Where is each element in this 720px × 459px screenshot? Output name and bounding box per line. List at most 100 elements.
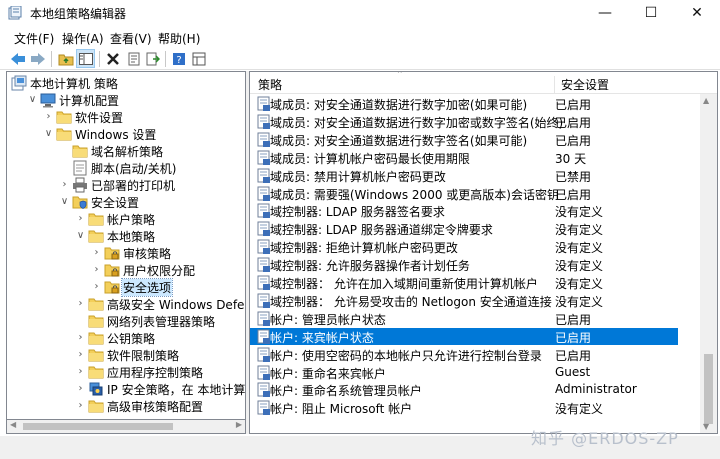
expand-icon[interactable]: › (75, 212, 86, 225)
policy-row[interactable]: 域成员: 对安全通道数据进行数字加密(如果可能) 已启用 (250, 95, 678, 112)
expand-icon[interactable]: › (75, 365, 86, 378)
tree-item-label: 网络列表管理器策略 (107, 315, 216, 329)
tree-item[interactable]: › 软件设置 (7, 108, 245, 125)
close-button[interactable]: ✕ (674, 0, 720, 26)
policy-name: 域控制器： 允许在加入域期间重新使用计算机帐户 (270, 277, 538, 291)
tree-item[interactable]: 网络列表管理器策略 (7, 312, 245, 329)
ipsec-icon (88, 381, 104, 397)
tree-item[interactable]: › IP 安全策略，在 本地计算机 (7, 380, 245, 397)
policy-row[interactable]: 帐户: 重命名系统管理员帐户 Administrator (250, 381, 678, 398)
menu-file[interactable]: 文件(F) (14, 30, 54, 47)
show-hide-tree-icon[interactable] (76, 49, 95, 68)
expand-icon[interactable]: › (75, 382, 86, 395)
tree-item[interactable]: 本地计算机 策略 (7, 74, 245, 91)
column-header-setting[interactable]: 安全设置 (554, 76, 609, 94)
policy-setting: 已禁用 (555, 169, 592, 184)
tree-pane[interactable]: 本地计算机 策略 ∨ 计算机配置 › 软件设置 ∨ Windows 设置 域名解析策略脚本(启… (6, 71, 246, 420)
view-icon[interactable] (189, 49, 208, 68)
collapse-icon[interactable]: ∨ (43, 127, 54, 140)
tree-item[interactable]: ∨ 计算机配置 (7, 91, 245, 108)
tree-item[interactable]: › 已部署的打印机 (7, 176, 245, 193)
tree-item[interactable]: › 公钥策略 (7, 329, 245, 346)
policy-name: 域成员: 对安全通道数据进行数字加密或数字签名(始终) (270, 115, 564, 130)
policy-name: 帐户: 重命名系统管理员帐户 (270, 384, 422, 399)
policy-row[interactable]: 域成员: 对安全通道数据进行数字加密或数字签名(始终) 已启用 (250, 113, 678, 130)
tree-item[interactable]: › 帐户策略 (7, 210, 245, 227)
policy-row[interactable]: 域成员: 计算机帐户密码最长使用期限 30 天 (250, 149, 678, 166)
menu-help[interactable]: 帮助(H) (158, 30, 200, 47)
printer-icon (72, 177, 88, 193)
column-header-policy[interactable]: 策略 (258, 76, 282, 93)
tree-item[interactable]: › 用户权限分配 (7, 261, 245, 278)
tree-item[interactable]: ∨ 安全设置 (7, 193, 245, 210)
help-icon[interactable]: ? (169, 49, 188, 68)
policy-name: 域控制器: 允许服务器操作者计划任务 (270, 259, 470, 274)
collapse-icon[interactable]: ∨ (59, 195, 70, 208)
scrollbar-thumb[interactable] (23, 423, 173, 430)
policy-row[interactable]: 帐户: 来宾帐户状态 已启用 (250, 327, 678, 345)
tree-item-label: 脚本(启动/关机) (91, 162, 177, 176)
folder-icon (88, 364, 104, 380)
menu-bar: 文件(F) 操作(A) 查看(V) 帮助(H) (0, 27, 720, 47)
policy-setting: 已启用 (555, 330, 592, 345)
tree-item[interactable]: › 安全选项 (7, 278, 245, 297)
policy-row[interactable]: 域控制器: 拒绝计算机帐户密码更改 没有定义 (250, 238, 678, 255)
computer-icon (40, 92, 56, 108)
window-title: 本地组策略编辑器 (30, 7, 127, 21)
menu-view[interactable]: 查看(V) (110, 30, 152, 47)
expand-icon[interactable]: › (75, 331, 86, 344)
tree-item[interactable]: › 软件限制策略 (7, 346, 245, 363)
minimize-button[interactable]: — (582, 0, 628, 26)
policy-row[interactable]: 帐户: 重命名来宾帐户 Guest (250, 364, 678, 381)
policy-setting: 没有定义 (555, 259, 604, 274)
expand-icon[interactable]: › (91, 280, 102, 293)
properties-icon[interactable] (124, 49, 143, 68)
tree-item[interactable]: › 高级安全 Windows Defende (7, 295, 246, 312)
policy-row[interactable]: 域成员: 对安全通道数据进行数字签名(如果可能) 已启用 (250, 131, 678, 148)
tree-item[interactable]: 域名解析策略 (7, 142, 245, 159)
menu-action[interactable]: 操作(A) (62, 30, 104, 47)
policy-row[interactable]: 域成员: 禁用计算机帐户密码更改 已禁用 (250, 167, 678, 184)
tree-item[interactable]: ∨ Windows 设置 (7, 125, 245, 142)
tree-item-label: 本地策略 (107, 230, 156, 244)
delete-icon[interactable] (103, 49, 122, 68)
expand-icon[interactable]: › (59, 178, 70, 191)
expand-icon[interactable]: › (91, 246, 102, 259)
tree-item-label: 安全选项 (120, 278, 174, 297)
folder-up-icon[interactable] (56, 49, 75, 68)
tree-item-label: 计算机配置 (59, 94, 120, 108)
policy-row[interactable]: 域控制器： 允许易受攻击的 Netlogon 安全通道连接 没有定义 (250, 292, 678, 309)
tree-horizontal-scrollbar[interactable]: ◀ ▶ (6, 420, 246, 434)
tree-item-label: 公钥策略 (107, 332, 156, 346)
maximize-button[interactable]: ☐ (628, 0, 674, 26)
policy-row[interactable]: 帐户: 管理员帐户状态 已启用 (250, 310, 678, 327)
back-icon[interactable] (8, 49, 27, 68)
expand-icon[interactable]: › (43, 110, 54, 123)
policy-setting: 没有定义 (555, 223, 604, 238)
export-icon[interactable] (143, 49, 162, 68)
tree-item[interactable]: ∨ 本地策略 (7, 227, 245, 244)
policy-row[interactable]: 域成员: 需要强(Windows 2000 或更高版本)会话密钥 已启用 (250, 185, 678, 202)
tree-item[interactable]: › 应用程序控制策略 (7, 363, 245, 380)
expand-icon[interactable]: › (75, 297, 86, 310)
expand-icon[interactable]: › (91, 263, 102, 276)
policy-name: 域控制器: LDAP 服务器通道绑定令牌要求 (270, 223, 493, 238)
tree-item[interactable]: 脚本(启动/关机) (7, 159, 245, 176)
expand-icon[interactable]: › (75, 399, 86, 412)
computer-policy-icon (11, 75, 27, 91)
policy-row[interactable]: 帐户: 使用空密码的本地帐户只允许进行控制台登录 已启用 (250, 346, 678, 363)
policy-row[interactable]: 帐户: 阻止 Microsoft 帐户 没有定义 (250, 399, 678, 416)
policy-row[interactable]: 域控制器： 允许在加入域期间重新使用计算机帐户 没有定义 (250, 274, 678, 291)
forward-icon[interactable] (28, 49, 47, 68)
policy-row[interactable]: 域控制器: 允许服务器操作者计划任务 没有定义 (250, 256, 678, 273)
collapse-icon[interactable]: ∨ (75, 229, 86, 242)
expand-icon[interactable]: › (75, 348, 86, 361)
list-vertical-scrollbar[interactable]: ▲ ▼ (700, 94, 717, 433)
scrollbar-thumb[interactable] (704, 354, 713, 424)
policy-row[interactable]: 域控制器: LDAP 服务器通道绑定令牌要求 没有定义 (250, 220, 678, 237)
tree-item[interactable]: › 高级审核策略配置 (7, 397, 245, 414)
collapse-icon[interactable]: ∨ (27, 93, 38, 106)
folder-icon (88, 347, 104, 363)
tree-item[interactable]: › 审核策略 (7, 244, 245, 261)
policy-row[interactable]: 域控制器: LDAP 服务器签名要求 没有定义 (250, 202, 678, 219)
